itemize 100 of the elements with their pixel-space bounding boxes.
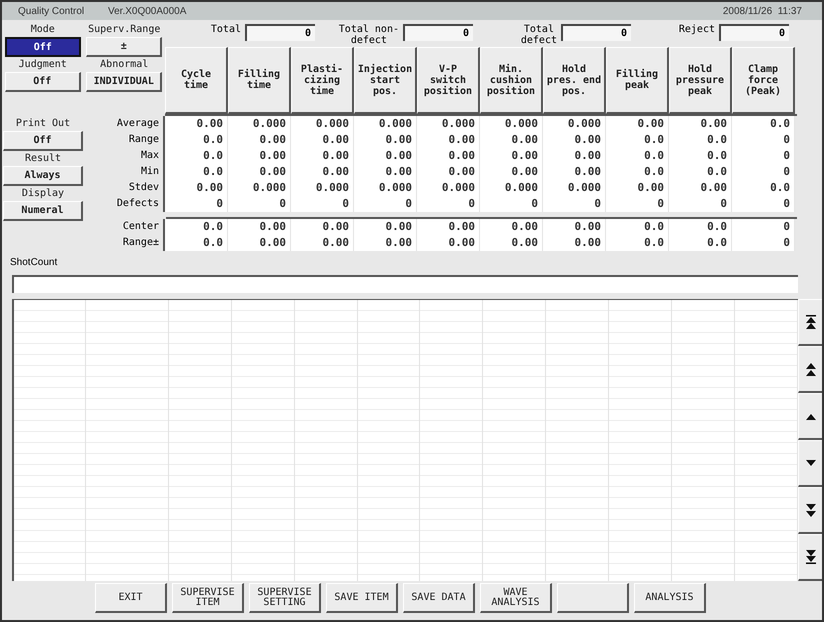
setting-button[interactable]: Off <box>4 72 81 92</box>
table-cell: 0.0 <box>165 235 228 251</box>
column-header[interactable]: Hold pressure peak <box>669 47 732 114</box>
shot-count-label: ShotCount <box>9 256 58 270</box>
setting-label: Abnormal <box>100 58 148 72</box>
table-cell: 0.00 <box>480 132 543 148</box>
counter-label: Total non- defect <box>338 24 399 46</box>
setting-button[interactable]: Always <box>3 166 83 186</box>
column-header[interactable]: Injection start pos. <box>354 47 417 114</box>
scroll-bottom-icon <box>804 550 816 564</box>
table-cell: 0.0 <box>165 164 228 180</box>
column-header[interactable]: Filling peak <box>606 47 669 114</box>
table-cell: 0.00 <box>228 132 291 148</box>
blank-button[interactable] <box>557 583 629 613</box>
footer-button[interactable]: ANALYSIS <box>634 583 706 613</box>
table-cell: 0.000 <box>354 180 417 196</box>
scroll-button[interactable] <box>798 346 822 393</box>
table-cell: 0.0 <box>606 132 669 148</box>
table-cell: 0 <box>543 196 606 212</box>
table-cell: 0.00 <box>606 116 669 132</box>
column-header[interactable]: Filling time <box>228 47 291 114</box>
table-cell: 0.000 <box>291 180 354 196</box>
table-cell: 0.00 <box>417 132 480 148</box>
table-cell: 0.0 <box>606 219 669 235</box>
scroll-button[interactable] <box>798 534 822 581</box>
table-cell: 0.00 <box>291 164 354 180</box>
scroll-button[interactable] <box>798 440 822 487</box>
table-cell: 0 <box>417 196 480 212</box>
setting-button[interactable]: Numeral <box>3 201 83 221</box>
page-up-icon <box>804 362 816 376</box>
table-cell: 0.00 <box>543 132 606 148</box>
table-cell: 0.00 <box>354 235 417 251</box>
footer-button[interactable]: EXIT <box>95 583 167 613</box>
table-cell: 0.000 <box>480 180 543 196</box>
column-header[interactable]: Hold pres. end pos. <box>543 47 606 114</box>
table-cell: 0.000 <box>417 116 480 132</box>
setting-button[interactable]: INDIVIDUAL <box>86 72 162 92</box>
scroll-top-icon <box>804 315 816 329</box>
table-cell: 0.00 <box>165 116 228 132</box>
table-cell: 0.00 <box>228 164 291 180</box>
table-cell: 0.00 <box>480 219 543 235</box>
setting-button[interactable]: ± <box>86 37 162 57</box>
table-cell: 0.00 <box>228 219 291 235</box>
table-cell: 0.000 <box>543 116 606 132</box>
setting-label: Display <box>22 187 64 201</box>
setting-button[interactable]: Off <box>3 131 83 151</box>
setting-button[interactable]: Off <box>4 37 81 57</box>
scroll-button[interactable] <box>798 487 822 534</box>
table-cell: 0 <box>732 164 795 180</box>
table-cell: 0.00 <box>417 219 480 235</box>
counter-field: 0 <box>719 24 789 41</box>
footer-button[interactable]: WAVE ANALYSIS <box>480 583 552 613</box>
table-cell: 0.0 <box>732 180 795 196</box>
table-cell: 0.000 <box>480 116 543 132</box>
table-cell: 0.000 <box>291 116 354 132</box>
version-label: Ver.X0Q00A000A <box>108 4 186 18</box>
column-header[interactable]: V-P switch position <box>417 47 480 114</box>
table-cell: 0.0 <box>606 235 669 251</box>
column-header[interactable]: Plasti- cizing time <box>291 47 354 114</box>
table-cell: 0 <box>669 196 732 212</box>
table-cell: 0.0 <box>669 164 732 180</box>
table-cell: 0.00 <box>543 164 606 180</box>
table-cell: 0.00 <box>165 180 228 196</box>
table-cell: 0.0 <box>606 148 669 164</box>
table-cell: 0.00 <box>354 219 417 235</box>
counter-field: 0 <box>403 24 473 41</box>
table-cell: 0.00 <box>417 235 480 251</box>
column-header[interactable]: Clamp force (Peak) <box>732 47 795 114</box>
column-header[interactable]: Cycle time <box>165 47 228 114</box>
table-cell: 0.000 <box>417 180 480 196</box>
table-cell: 0.00 <box>291 219 354 235</box>
counter-field: 0 <box>245 24 315 41</box>
table-cell: 0 <box>228 196 291 212</box>
table-cell: 0.00 <box>543 219 606 235</box>
counter-label: Total <box>210 24 241 35</box>
scroll-button[interactable] <box>798 299 822 346</box>
table-cell: 0.000 <box>228 180 291 196</box>
footer-button[interactable]: SUPERVISE ITEM <box>172 583 244 613</box>
table-cell: 0 <box>354 196 417 212</box>
table-cell: 0 <box>165 196 228 212</box>
setting-label: Superv.Range <box>88 23 160 37</box>
table-cell: 0.00 <box>417 164 480 180</box>
table-cell: 0 <box>480 196 543 212</box>
table-cell: 0.0 <box>165 132 228 148</box>
table-cell: 0.00 <box>606 180 669 196</box>
table-cell: 0.00 <box>480 164 543 180</box>
table-cell: 0.00 <box>291 132 354 148</box>
table-cell: 0.0 <box>669 148 732 164</box>
table-cell: 0.00 <box>228 148 291 164</box>
counter-label: Total defect <box>520 24 557 46</box>
footer-button[interactable]: SAVE ITEM <box>326 583 398 613</box>
table-cell: 0 <box>732 235 795 251</box>
setting-label: Mode <box>30 23 55 37</box>
footer-button[interactable]: SAVE DATA <box>403 583 475 613</box>
footer-button[interactable]: SUPERVISE SETTING <box>249 583 321 613</box>
column-header[interactable]: Min. cushion position <box>480 47 543 114</box>
page-down-icon <box>804 503 816 517</box>
window-title: Quality Control <box>18 4 86 18</box>
scroll-button[interactable] <box>798 393 822 440</box>
table-cell: 0.00 <box>291 148 354 164</box>
